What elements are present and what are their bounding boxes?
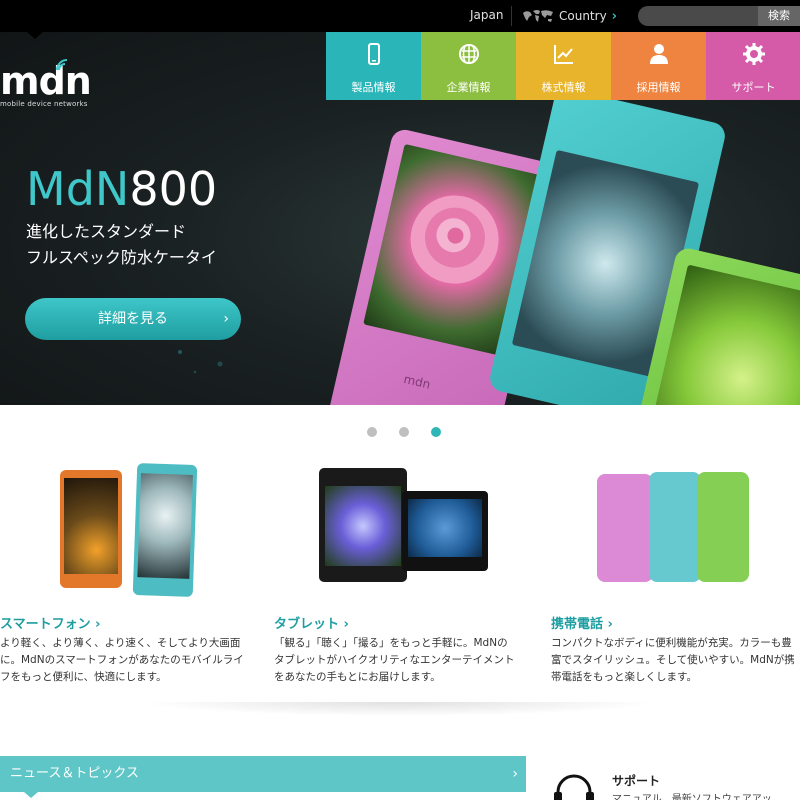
search-button[interactable]: 検索	[758, 6, 800, 26]
chevron-right-icon: ›	[607, 617, 613, 632]
headset-icon	[554, 774, 594, 800]
smartphone-image[interactable]	[55, 462, 200, 602]
news-topics-header[interactable]: ニュース＆トピックス ›	[0, 756, 526, 792]
tablet-image[interactable]	[316, 466, 491, 586]
topbar-notch	[27, 32, 43, 39]
signal-waves-icon	[56, 59, 68, 71]
world-map-icon	[523, 10, 553, 22]
smartphone-link[interactable]: スマートフォン ›	[0, 613, 101, 632]
hero-subtitle: 進化したスタンダード フルスペック防水ケータイ	[26, 222, 217, 267]
building-icon	[458, 44, 479, 64]
support-title: サポート	[612, 774, 661, 788]
nav-recruit[interactable]: 採用情報	[611, 32, 706, 100]
divider	[511, 6, 512, 26]
chevron-right-icon: ›	[611, 8, 618, 24]
feature-phone-link[interactable]: 携帯電話 ›	[551, 613, 613, 632]
chart-icon	[553, 45, 573, 64]
support-panel[interactable]: サポート マニュアル、最新ソフトウェアアッ	[552, 770, 800, 800]
news-notch	[24, 792, 38, 798]
search-input[interactable]	[638, 6, 756, 26]
chevron-right-icon: ›	[223, 311, 229, 327]
tablet-description: 「観る」「聴く」「撮る」をもっと手軽に。MdNの タブレットがハイクオリティなエ…	[274, 637, 515, 683]
person-icon	[649, 44, 668, 64]
carousel-dot-2[interactable]	[399, 427, 409, 437]
country-label: Country	[559, 9, 607, 23]
chevron-right-icon: ›	[95, 617, 101, 632]
pink-phone-brand: mdn	[402, 371, 432, 392]
carousel-dots	[367, 427, 441, 437]
nav-support[interactable]: サポート	[706, 32, 800, 100]
smartphone-description: より軽く、より薄く、より速く、そしてより大画面 に。MdNのスマートフォンがあな…	[0, 637, 244, 683]
site-logo[interactable]: mdn mobile device networks	[0, 59, 92, 108]
gear-icon	[742, 43, 765, 65]
phone-icon	[367, 43, 380, 65]
chevron-right-icon: ›	[512, 766, 518, 782]
search-box: 検索	[638, 6, 800, 26]
logo-tagline: mobile device networks	[0, 100, 88, 108]
country-selector[interactable]: Country ›	[521, 7, 617, 25]
feature-phone-image[interactable]	[597, 470, 757, 585]
section-shadow	[140, 702, 660, 716]
carousel-dot-1[interactable]	[367, 427, 377, 437]
chevron-right-icon: ›	[343, 617, 349, 632]
tablet-link[interactable]: タブレット ›	[274, 613, 349, 632]
language-link[interactable]: Japan	[470, 8, 503, 22]
leaf-screen	[647, 264, 800, 405]
nav-stock[interactable]: 株式情報	[516, 32, 611, 100]
top-bar: Japan Country › 検索	[0, 0, 800, 32]
logo-mark: mdn	[0, 59, 92, 103]
support-description: マニュアル、最新ソフトウェアアッ	[612, 794, 772, 800]
nav-products[interactable]: 製品情報	[326, 32, 421, 100]
carousel-dot-3[interactable]	[431, 427, 441, 437]
feature-phone-description: コンパクトなボディに便利機能が充実。カラーも豊 富でスタイリッシュ。そして使いや…	[551, 637, 795, 683]
details-button[interactable]: 詳細を見る ›	[25, 298, 241, 340]
hero-title: MdN800	[26, 162, 218, 216]
main-nav: 製品情報 企業情報 株式情報 採用情報 サポート	[326, 32, 800, 100]
nav-company[interactable]: 企業情報	[421, 32, 516, 100]
